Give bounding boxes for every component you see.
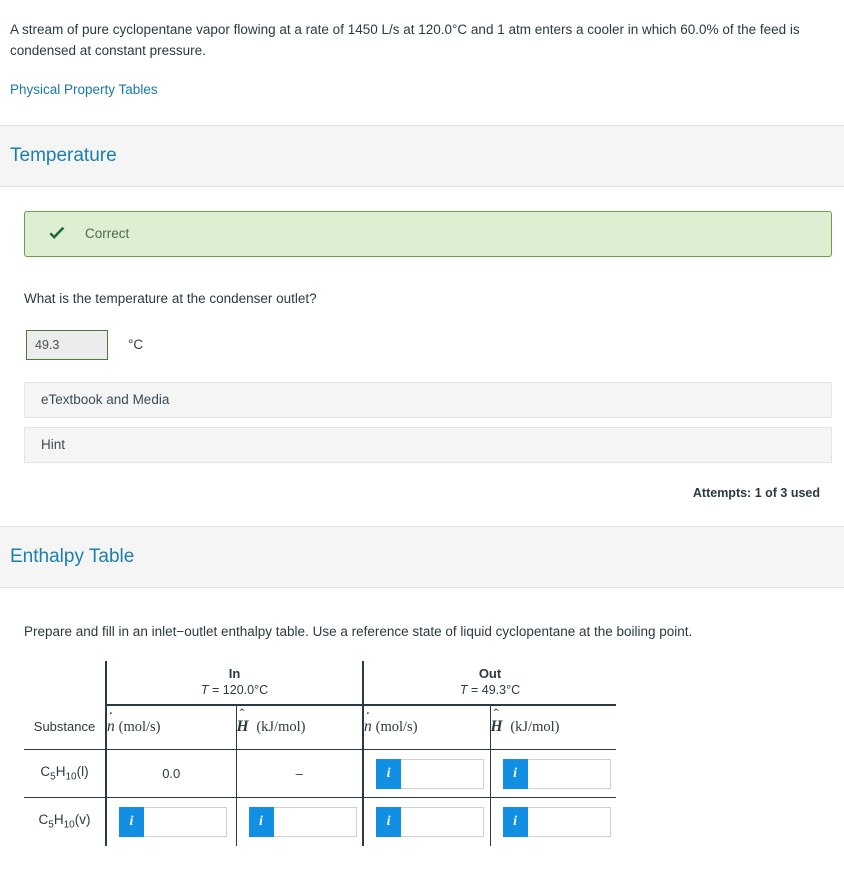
attempts-status: Attempts: 1 of 3 used — [0, 472, 832, 500]
enthalpy-section-title: Enthalpy Table — [10, 546, 832, 568]
etextbook-and-media-button[interactable]: eTextbook and Media — [24, 382, 832, 418]
check-icon — [47, 224, 67, 244]
h-out-liquid-input[interactable] — [528, 759, 611, 789]
info-icon[interactable]: i — [376, 759, 401, 789]
n-units-in: (mol/s) — [119, 719, 161, 735]
enthalpy-section-header: Enthalpy Table — [0, 526, 844, 588]
input-group: i — [376, 759, 490, 789]
temp-value-in: 120.0°C — [223, 683, 268, 697]
formula-h: H — [54, 812, 64, 827]
h-hat-symbol: H — [237, 718, 249, 736]
info-icon[interactable]: i — [503, 807, 528, 837]
n-out-liquid-input[interactable] — [401, 759, 484, 789]
temp-symbol-out: T — [460, 683, 468, 697]
formula-sub-10: 10 — [64, 820, 75, 831]
group-name-out: Out — [364, 665, 616, 683]
static-value: 0.0 — [162, 766, 180, 781]
hint-button[interactable]: Hint — [24, 427, 832, 463]
feedback-status-label: Correct — [85, 226, 129, 241]
enthalpy-instructions: Prepare and fill in an inlet−outlet enth… — [0, 588, 844, 639]
physical-property-tables-link[interactable]: Physical Property Tables — [10, 82, 158, 97]
input-group: i — [503, 759, 617, 789]
cell-n-out-vapor: i — [363, 798, 490, 846]
table-row: C5H10(v) i i — [24, 798, 616, 846]
table-row: C5H10(l) 0.0 – i — [24, 750, 616, 798]
input-group: i — [376, 807, 490, 837]
input-group: i — [249, 807, 363, 837]
formula-sub-10: 10 — [65, 772, 76, 783]
temperature-unit-label: °C — [128, 337, 143, 352]
enthalpy-table: In T = 120.0°C Out T = 49.3°C Substance … — [24, 661, 616, 846]
h-hat-symbol: H — [491, 718, 503, 736]
cell-n-out-liquid: i — [363, 750, 490, 798]
formula-c: C — [39, 812, 49, 827]
cell-h-out-vapor: i — [490, 798, 616, 846]
spacer-cell — [24, 661, 106, 705]
group-temp-out: T = 49.3°C — [364, 682, 616, 699]
cell-h-out-liquid: i — [490, 750, 616, 798]
substance-label-liquid: C5H10(l) — [24, 750, 106, 798]
n-in-vapor-input[interactable] — [144, 807, 227, 837]
temp-eq-in: = — [209, 683, 223, 697]
substance-label-vapor: C5H10(v) — [24, 798, 106, 846]
temperature-section-title: Temperature — [10, 145, 832, 167]
n-out-vapor-input[interactable] — [401, 807, 484, 837]
h-out-vapor-input[interactable] — [528, 807, 611, 837]
cell-h-in-liquid: – — [236, 750, 363, 798]
info-icon[interactable]: i — [249, 807, 274, 837]
info-icon[interactable]: i — [503, 759, 528, 789]
temp-value-out: 49.3°C — [482, 683, 520, 697]
formula-h: H — [56, 764, 66, 779]
resources-accordion-group: eTextbook and Media Hint — [0, 360, 844, 463]
correct-feedback-banner: Correct — [24, 211, 832, 257]
info-icon[interactable]: i — [376, 807, 401, 837]
enthalpy-table-wrap: In T = 120.0°C Out T = 49.3°C Substance … — [0, 639, 844, 846]
formula-phase: (l) — [77, 764, 89, 779]
cell-h-in-vapor: i — [236, 798, 363, 846]
input-group: i — [119, 807, 236, 837]
unit-header-n-in: n (mol/s) — [106, 705, 236, 750]
question-text: What is the temperature at the condenser… — [24, 291, 832, 306]
info-icon[interactable]: i — [119, 807, 144, 837]
group-header-in: In T = 120.0°C — [106, 661, 363, 705]
input-group: i — [503, 807, 617, 837]
substance-column-header: Substance — [24, 705, 106, 750]
formula-phase: (v) — [75, 812, 91, 827]
unit-header-h-out: H (kJ/mol) — [490, 705, 616, 750]
h-in-vapor-input[interactable] — [274, 807, 357, 837]
problem-statement-text: A stream of pure cyclopentane vapor flow… — [10, 20, 830, 62]
formula-c: C — [40, 764, 50, 779]
temp-symbol-in: T — [201, 683, 209, 697]
n-dot-symbol: n — [364, 718, 372, 736]
static-dash: – — [296, 766, 303, 781]
exercise-page: A stream of pure cyclopentane vapor flow… — [0, 0, 844, 846]
temperature-section-header: Temperature — [0, 125, 844, 187]
cell-n-in-liquid: 0.0 — [106, 750, 236, 798]
n-dot-symbol: n — [107, 718, 115, 736]
question-block: What is the temperature at the condenser… — [0, 257, 844, 360]
unit-header-h-in: H (kJ/mol) — [236, 705, 363, 750]
h-units-out: (kJ/mol) — [510, 719, 559, 735]
temp-eq-out: = — [468, 683, 482, 697]
temperature-answer-input[interactable] — [26, 330, 108, 360]
table-unit-header-row: Substance n (mol/s) H (kJ/mol) n (mol/s) — [24, 705, 616, 750]
n-units-out: (mol/s) — [376, 719, 418, 735]
problem-statement-block: A stream of pure cyclopentane vapor flow… — [0, 0, 844, 99]
group-name-in: In — [107, 665, 362, 683]
feedback-banner-wrap: Correct — [0, 187, 844, 257]
cell-n-in-vapor: i — [106, 798, 236, 846]
group-header-out: Out T = 49.3°C — [363, 661, 616, 705]
unit-header-n-out: n (mol/s) — [363, 705, 490, 750]
group-temp-in: T = 120.0°C — [107, 682, 362, 699]
table-group-header-row: In T = 120.0°C Out T = 49.3°C — [24, 661, 616, 705]
answer-row: °C — [26, 330, 832, 360]
h-units-in: (kJ/mol) — [256, 719, 305, 735]
